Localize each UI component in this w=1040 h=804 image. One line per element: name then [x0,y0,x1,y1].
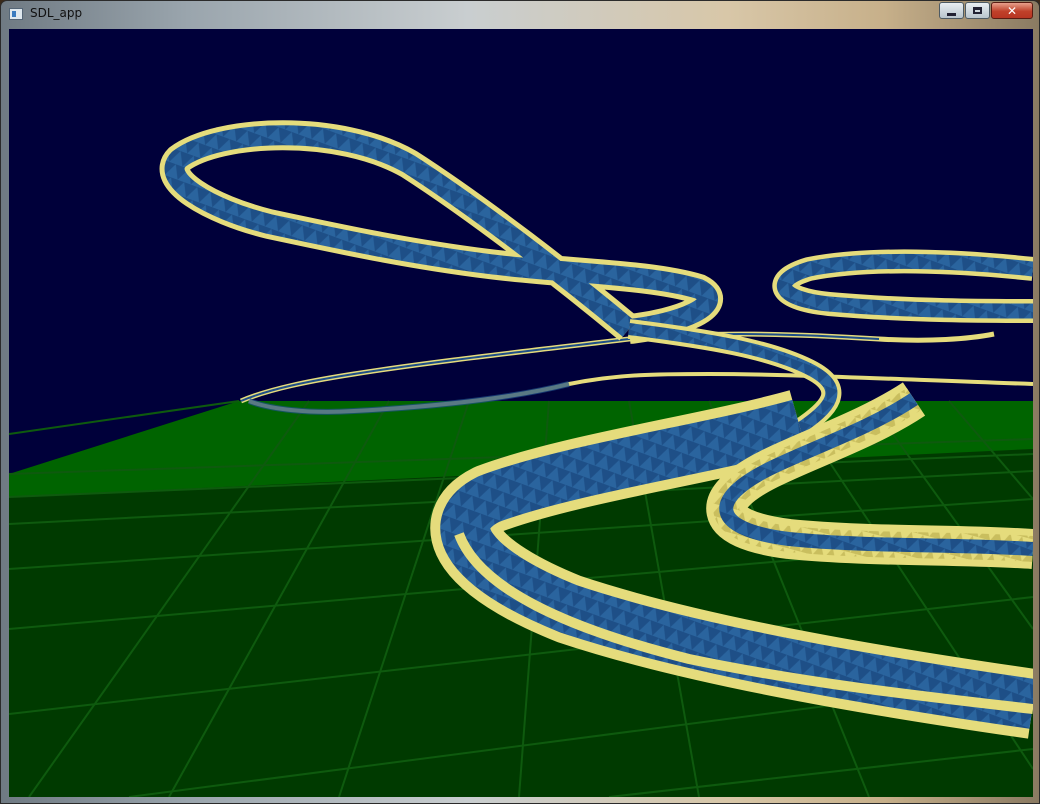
track-upper-loop [159,120,723,344]
minimize-icon [947,12,956,16]
maximize-button[interactable] [965,2,990,19]
app-window: SDL_app ✕ [0,0,1040,804]
track-right-loop [772,249,1033,323]
scene-canvas [9,120,1033,797]
close-button[interactable]: ✕ [991,2,1033,19]
maximize-icon [973,7,982,14]
app-icon[interactable] [9,8,23,20]
minimize-button[interactable] [939,2,964,19]
title-bar[interactable]: SDL_app ✕ [1,1,1039,29]
window-title: SDL_app [30,6,83,20]
render-viewport[interactable] [9,29,1033,797]
close-icon: ✕ [1006,3,1018,18]
window-controls: ✕ [938,2,1033,21]
